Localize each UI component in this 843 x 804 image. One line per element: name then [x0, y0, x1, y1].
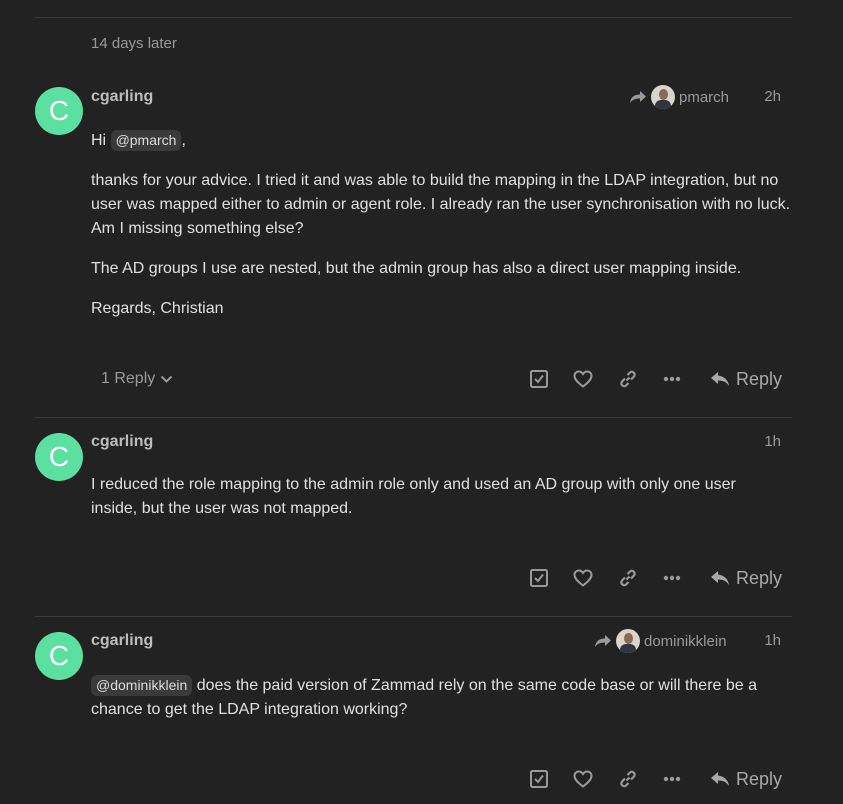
avatar[interactable]: C — [35, 632, 83, 680]
greeting-suffix: , — [181, 132, 186, 149]
check-square-icon — [530, 370, 548, 388]
solution-button[interactable] — [528, 764, 550, 794]
post-paragraph: @dominikklein does the paid version of Z… — [91, 674, 781, 722]
share-link-button[interactable] — [617, 563, 639, 593]
greeting-text: Hi — [91, 132, 107, 149]
mention-link[interactable]: @pmarch — [110, 130, 182, 151]
heart-icon — [573, 370, 593, 388]
avatar-letter: C — [48, 640, 70, 671]
post-controls: Reply — [0, 764, 843, 794]
share-link-button[interactable] — [617, 364, 639, 394]
username[interactable]: cgarling — [91, 88, 153, 106]
more-actions-button[interactable] — [662, 764, 682, 794]
reply-button[interactable]: Reply — [710, 563, 782, 593]
share-arrow-icon — [595, 635, 611, 647]
post-divider — [35, 417, 792, 418]
post-paragraph: The AD groups I use are nested, but the … — [91, 260, 742, 277]
avatar[interactable]: C — [35, 87, 83, 135]
replies-count-label: 1 Reply — [101, 370, 156, 387]
username[interactable]: cgarling — [91, 632, 153, 650]
heart-icon — [573, 569, 593, 587]
like-button[interactable] — [571, 563, 595, 593]
like-button[interactable] — [571, 364, 595, 394]
reply-label: Reply — [736, 567, 783, 588]
post-body: Hi @pmarch, thanks for your advice. I tr… — [91, 129, 791, 321]
reply-to-tab[interactable]: pmarch — [629, 85, 729, 109]
link-icon — [620, 370, 636, 388]
avatar[interactable]: C — [35, 433, 83, 481]
username[interactable]: cgarling — [91, 433, 153, 451]
reply-label: Reply — [736, 368, 783, 389]
post-paragraph: thanks for your advice. I tried it and w… — [91, 172, 791, 237]
share-link-button[interactable] — [617, 764, 639, 794]
reply-icon — [711, 571, 729, 585]
reply-label: Reply — [736, 768, 783, 789]
top-divider — [35, 17, 792, 18]
reply-to-tab[interactable]: dominikklein — [594, 629, 727, 653]
link-icon — [620, 569, 636, 587]
ellipsis-icon — [663, 776, 681, 782]
ellipsis-icon — [663, 376, 681, 382]
post-divider — [35, 616, 792, 617]
mention-link[interactable]: @dominikklein — [91, 675, 193, 696]
solution-button[interactable] — [528, 563, 550, 593]
greeting-line: Hi @pmarch, — [91, 129, 791, 153]
post-controls: 1 Reply Reply — [0, 364, 843, 394]
avatar-letter: C — [48, 441, 70, 472]
reply-to-username: dominikklein — [644, 632, 727, 650]
post-time[interactable]: 2h — [764, 88, 781, 105]
reply-to-username: pmarch — [679, 88, 730, 106]
post-time[interactable]: 1h — [764, 433, 781, 450]
ellipsis-icon — [663, 575, 681, 581]
like-button[interactable] — [571, 764, 595, 794]
post-controls: Reply — [0, 563, 843, 593]
reply-button[interactable]: Reply — [710, 364, 782, 394]
chevron-down-icon — [161, 375, 173, 383]
user-avatar-small — [616, 629, 640, 653]
reply-button[interactable]: Reply — [710, 764, 782, 794]
reply-icon — [711, 772, 729, 786]
avatar-letter: C — [48, 95, 70, 126]
heart-icon — [573, 770, 593, 788]
user-avatar-small — [651, 85, 675, 109]
post-body: I reduced the role mapping to the admin … — [91, 473, 791, 521]
show-replies-button[interactable]: 1 Reply — [101, 364, 173, 394]
solution-button[interactable] — [528, 364, 550, 394]
share-arrow-icon — [630, 91, 646, 103]
time-gap-label: 14 days later — [91, 35, 177, 52]
post-paragraph: I reduced the role mapping to the admin … — [91, 476, 736, 517]
check-square-icon — [530, 569, 548, 587]
check-square-icon — [530, 770, 548, 788]
post-paragraph: Regards, Christian — [91, 300, 224, 317]
post-time[interactable]: 1h — [764, 632, 781, 649]
link-icon — [620, 770, 636, 788]
more-actions-button[interactable] — [662, 364, 682, 394]
post-body: @dominikklein does the paid version of Z… — [91, 674, 791, 722]
more-actions-button[interactable] — [662, 563, 682, 593]
reply-icon — [711, 372, 729, 386]
